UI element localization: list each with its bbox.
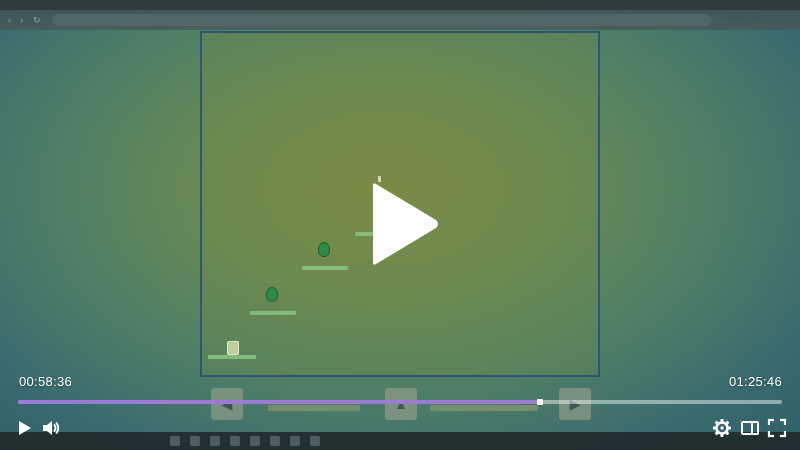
volume-icon (43, 421, 60, 435)
game-platform (250, 311, 296, 315)
recorded-reload-icon: ↻ (33, 15, 41, 25)
recorded-url-box (52, 14, 712, 26)
recorded-caption (430, 405, 538, 411)
game-gem-icon (266, 287, 278, 302)
recorded-left-arrow-icon: ◀ (211, 388, 243, 420)
duration: 01:25:46 (728, 374, 782, 389)
recorded-taskbar-icon (170, 436, 180, 446)
recorded-taskbar-icon (210, 436, 220, 446)
game-character (227, 341, 239, 355)
current-time: 00:58:36 (19, 374, 73, 389)
recorded-back-icon: ‹ (8, 15, 11, 25)
volume-button[interactable] (41, 418, 61, 438)
recorded-taskbar (0, 432, 800, 450)
recorded-taskbar-icon (270, 436, 280, 446)
settings-button[interactable] (712, 418, 732, 438)
seek-bar-handle[interactable] (536, 399, 543, 405)
fullscreen-icon (767, 418, 787, 438)
recorded-right-arrow-icon: ▶ (559, 388, 591, 420)
play-icon (19, 421, 31, 435)
gear-icon (713, 419, 731, 437)
seek-bar[interactable] (18, 399, 782, 405)
play-icon (373, 183, 438, 265)
theater-mode-button[interactable] (740, 418, 760, 438)
recorded-taskbar-icon (230, 436, 240, 446)
game-platform (302, 266, 348, 270)
recorded-taskbar-icon (190, 436, 200, 446)
seek-bar-played (18, 400, 540, 404)
recorded-taskbar-icon (310, 436, 320, 446)
recorded-taskbar-icon (290, 436, 300, 446)
fullscreen-button[interactable] (767, 418, 787, 438)
recorded-browser-tabs (0, 0, 800, 10)
big-play-button[interactable] (360, 176, 450, 272)
game-gem-icon (318, 242, 330, 257)
game-platform (208, 355, 256, 359)
recorded-up-arrow-icon: ▲ (385, 388, 417, 420)
recorded-forward-icon: › (20, 15, 23, 25)
play-button[interactable] (14, 418, 34, 438)
recorded-caption (268, 405, 360, 411)
theater-mode-icon (741, 421, 759, 435)
recorded-taskbar-icon (250, 436, 260, 446)
